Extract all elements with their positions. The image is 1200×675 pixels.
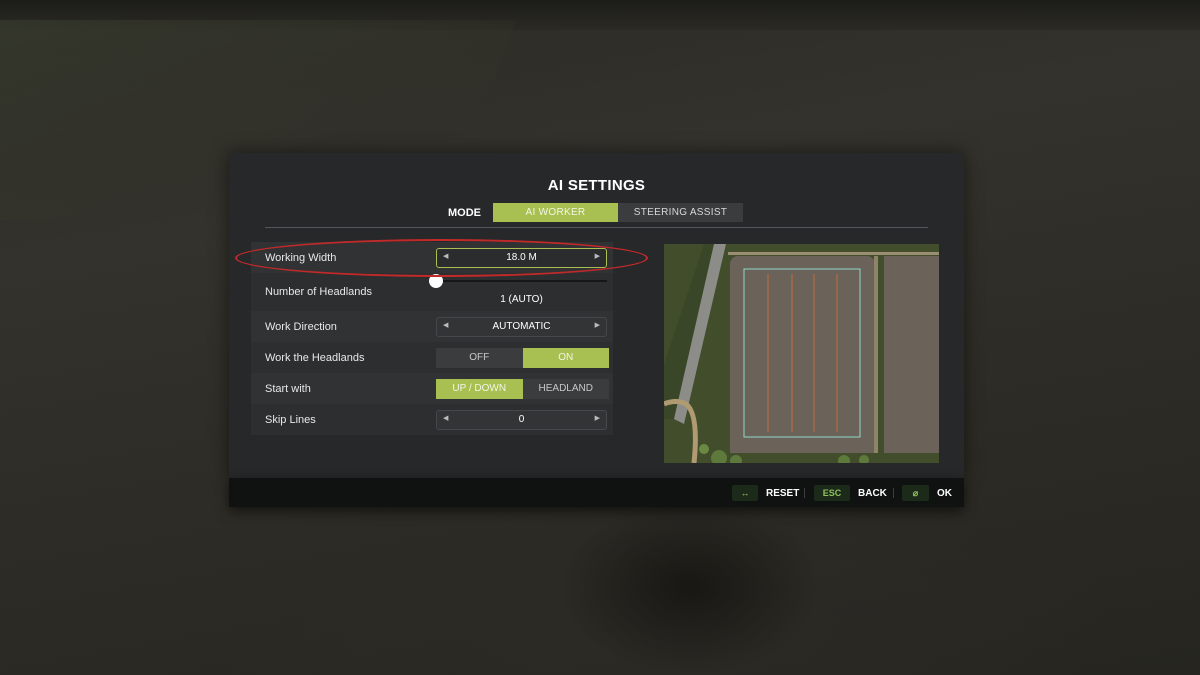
arrow-right-icon[interactable]: ▶ [595, 414, 600, 422]
field-preview-map [664, 244, 939, 463]
esc-key: ESC [814, 485, 850, 501]
reset-button[interactable]: ↔ RESET [732, 485, 799, 501]
arrow-left-icon[interactable]: ◀ [443, 321, 448, 329]
footer-bar: ↔ RESET ESC BACK ⌀ OK [229, 478, 964, 507]
setting-work-the-headlands: Work the Headlands OFF ON [251, 342, 613, 373]
background-shadow [560, 500, 820, 675]
work-direction-value: AUTOMATIC [492, 321, 551, 332]
start-with-toggle: UP / DOWN HEADLAND [436, 378, 609, 399]
skip-lines-value: 0 [518, 414, 525, 425]
work-headlands-label: Work the Headlands [265, 351, 365, 364]
dialog-title: AI SETTINGS [547, 177, 646, 194]
start-with-headland-button[interactable]: HEADLAND [522, 378, 609, 399]
mode-label: MODE [448, 206, 481, 219]
arrow-left-icon[interactable]: ◀ [443, 414, 448, 422]
confirm-icon: ⌀ [902, 485, 929, 501]
work-headlands-off-button[interactable]: OFF [436, 347, 523, 368]
work-direction-selector[interactable]: ◀ AUTOMATIC ▶ [436, 316, 607, 337]
work-headlands-on-button[interactable]: ON [522, 347, 609, 368]
headlands-slider-track[interactable] [436, 280, 607, 282]
setting-start-with: Start with UP / DOWN HEADLAND [251, 373, 613, 404]
back-button[interactable]: ESC BACK [814, 485, 887, 501]
back-label: BACK [858, 487, 887, 499]
start-with-up-down-button[interactable]: UP / DOWN [436, 378, 523, 399]
reset-label: RESET [766, 487, 800, 499]
highlight-ring [235, 239, 648, 277]
tab-ai-worker[interactable]: AI WORKER [493, 203, 618, 222]
setting-number-of-headlands: Number of Headlands 1 (AUTO) [251, 273, 613, 311]
ai-settings-dialog: AI SETTINGS MODE AI WORKER STEERING ASSI… [229, 153, 964, 478]
work-headlands-toggle: OFF ON [436, 347, 609, 368]
start-with-label: Start with [265, 382, 311, 395]
headlands-label: Number of Headlands [265, 286, 373, 298]
tab-steering-assist[interactable]: STEERING ASSIST [618, 203, 743, 222]
skip-lines-selector[interactable]: ◀ 0 ▶ [436, 409, 607, 430]
mode-selector: MODE AI WORKER STEERING ASSIST [448, 203, 743, 222]
setting-skip-lines: Skip Lines ◀ 0 ▶ [251, 404, 613, 435]
footer-divider [804, 488, 805, 498]
footer-divider [893, 488, 894, 498]
divider [265, 227, 928, 228]
reset-icon: ↔ [732, 485, 758, 501]
ok-button[interactable]: ⌀ OK [902, 485, 952, 501]
work-direction-label: Work Direction [265, 320, 337, 333]
skip-lines-label: Skip Lines [265, 413, 316, 426]
ok-label: OK [937, 487, 952, 499]
field-preview-graphic [664, 244, 939, 463]
headlands-value: 1 (AUTO) [500, 294, 543, 305]
setting-work-direction: Work Direction ◀ AUTOMATIC ▶ [251, 311, 613, 342]
arrow-right-icon[interactable]: ▶ [595, 321, 600, 329]
